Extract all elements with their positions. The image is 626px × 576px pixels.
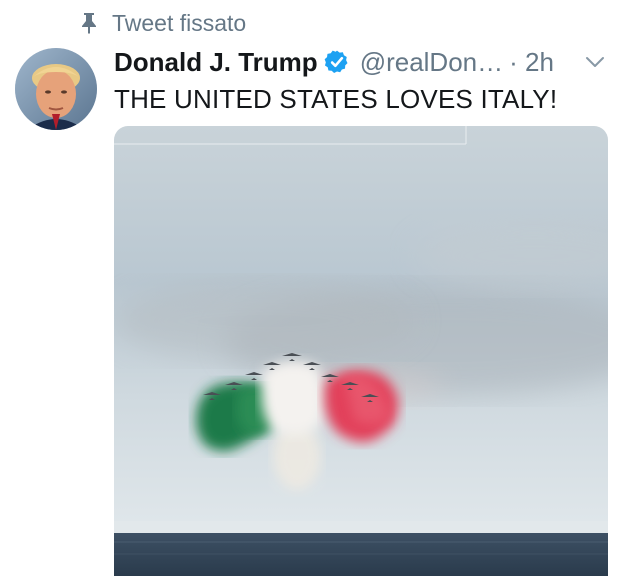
author-display-name[interactable]: Donald J. Trump bbox=[114, 47, 318, 78]
pinned-label: Tweet fissato bbox=[112, 9, 247, 36]
pin-icon bbox=[82, 13, 96, 34]
tweet-media-video[interactable] bbox=[114, 126, 608, 576]
aircraft-formation-image bbox=[114, 126, 608, 576]
tweet-header: Donald J. Trump @realDon… · 2h bbox=[114, 44, 606, 80]
author-handle[interactable]: @realDon… bbox=[360, 47, 503, 78]
profile-avatar[interactable] bbox=[15, 48, 97, 130]
chevron-down-icon[interactable] bbox=[584, 51, 606, 73]
verified-badge-icon bbox=[324, 50, 348, 73]
tweet-text: THE UNITED STATES LOVES ITALY! bbox=[114, 84, 558, 114]
pinned-tweet-indicator: Tweet fissato bbox=[80, 8, 246, 38]
tweet-timestamp[interactable]: · 2h bbox=[509, 47, 554, 78]
